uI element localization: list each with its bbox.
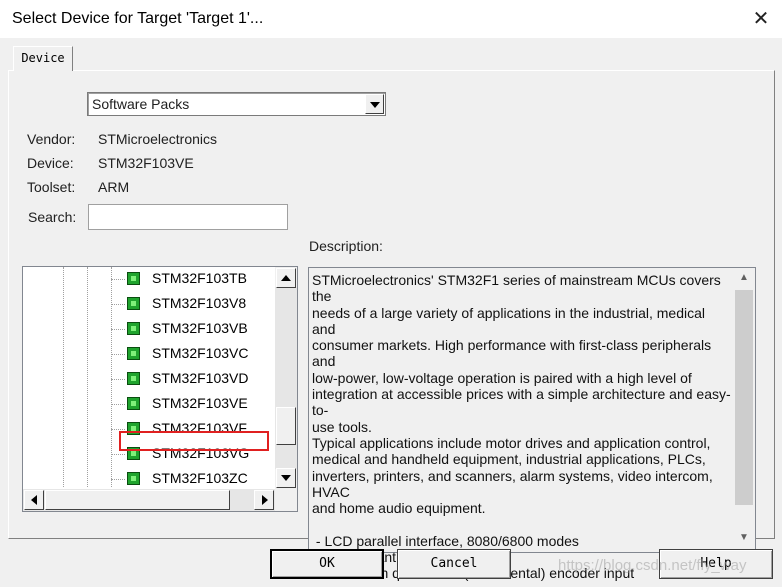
tree-item-selected[interactable]: STM32F103VE	[23, 392, 273, 417]
tree-item-label: STM32F103V8	[152, 295, 247, 311]
scroll-up-button[interactable]	[276, 268, 296, 288]
cancel-button[interactable]: Cancel	[397, 549, 511, 579]
tree-connector	[111, 354, 125, 355]
scroll-right-button[interactable]	[254, 490, 274, 510]
device-label: Device:	[27, 155, 74, 171]
device-tree[interactable]: STM32F103TB STM32F103V8 STM32F103VB STM3…	[22, 266, 298, 512]
tree-connector	[111, 454, 125, 455]
description-box: STMicroelectronics' STM32F1 series of ma…	[308, 267, 756, 581]
chip-icon	[127, 322, 140, 335]
tree-item-label: STM32F103VD	[152, 370, 249, 386]
vendor-value: STMicroelectronics	[98, 131, 218, 147]
source-select-value: Software Packs	[92, 96, 190, 112]
toolset-label: Toolset:	[27, 179, 76, 195]
annotation-highlight	[119, 431, 269, 451]
description-scrollbar[interactable]: ▲ ▼	[733, 268, 755, 552]
arrow-down-icon	[281, 475, 291, 481]
tree-connector	[111, 304, 125, 305]
arrow-left-icon	[31, 495, 37, 505]
window-title: Select Device for Target 'Target 1'...	[12, 10, 264, 27]
description-text: STMicroelectronics' STM32F1 series of ma…	[312, 272, 731, 582]
tree-connector	[111, 429, 125, 430]
tree-item-label: STM32F103VC	[152, 345, 249, 361]
device-value: STM32F103VE	[98, 155, 194, 171]
description-label: Description:	[309, 238, 383, 254]
tree-item[interactable]: STM32F103VD	[23, 367, 273, 392]
tree-item[interactable]: STM32F103VB	[23, 317, 273, 342]
close-icon[interactable]: ✕	[746, 4, 776, 34]
search-input[interactable]	[88, 204, 288, 230]
tree-item-label: STM32F103VE	[152, 395, 248, 411]
tree-item[interactable]: STM32F103TB	[23, 267, 273, 292]
tree-item-label: STM32F103VB	[152, 320, 248, 336]
scroll-thumb-horizontal[interactable]	[45, 490, 230, 510]
chevron-down-icon	[370, 102, 380, 108]
chip-icon	[127, 347, 140, 360]
chip-icon	[127, 272, 140, 285]
tree-horizontal-scrollbar[interactable]	[23, 489, 275, 511]
chip-icon	[127, 297, 140, 310]
arrow-right-icon	[262, 495, 268, 505]
toolset-value: ARM	[98, 179, 130, 195]
tree-connector	[111, 329, 125, 330]
tree-connector	[111, 379, 125, 380]
tree-vertical-scrollbar[interactable]	[275, 267, 297, 489]
tree-item-label: STM32F103ZC	[152, 470, 248, 486]
scroll-thumb[interactable]	[735, 290, 753, 505]
tree-item[interactable]: STM32F103VC	[23, 342, 273, 367]
tree-connector	[111, 404, 125, 405]
tree-item[interactable]: STM32F103V8	[23, 292, 273, 317]
chip-icon	[127, 397, 140, 410]
chip-icon	[127, 372, 140, 385]
scroll-down-button[interactable]	[276, 468, 296, 488]
chip-icon	[127, 472, 140, 485]
dialog-client: Device Software Packs Vendor: STMicroele…	[0, 38, 782, 587]
vendor-label: Vendor:	[27, 131, 76, 147]
ok-button[interactable]: OK	[270, 549, 384, 579]
tree-connector	[111, 479, 125, 480]
tree-connector	[111, 279, 125, 280]
arrow-up-icon[interactable]: ▲	[739, 272, 749, 283]
arrow-up-icon	[281, 275, 291, 281]
arrow-down-icon[interactable]: ▼	[739, 532, 749, 543]
watermark: https://blog.csdn.net/fly_way	[558, 557, 747, 574]
tab-device[interactable]: Device	[13, 46, 73, 71]
scroll-left-button[interactable]	[24, 490, 44, 510]
dropdown-button[interactable]	[365, 94, 384, 114]
source-select[interactable]: Software Packs	[87, 92, 386, 116]
scroll-thumb[interactable]	[276, 407, 296, 445]
title-bar: Select Device for Target 'Target 1'... ✕	[0, 0, 782, 38]
scroll-corner	[275, 489, 297, 511]
search-label: Search:	[28, 209, 77, 225]
tree-item-label: STM32F103TB	[152, 270, 247, 286]
